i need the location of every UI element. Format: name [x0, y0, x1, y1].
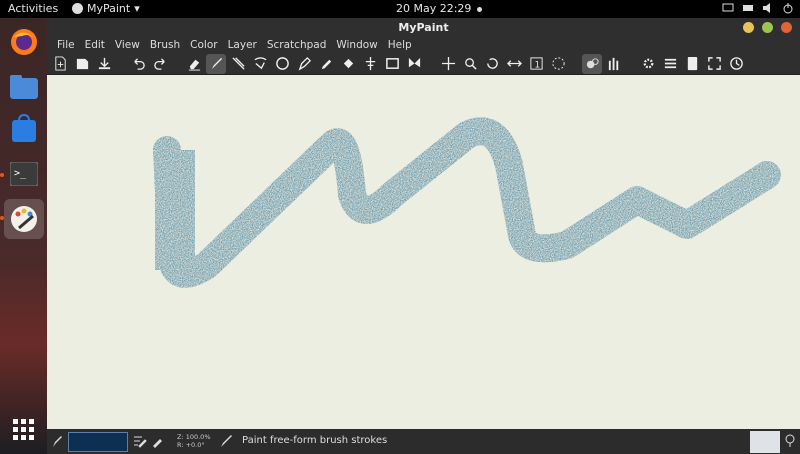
- app-menu-label: MyPaint: [87, 2, 131, 15]
- preview-thumbnail[interactable]: [750, 431, 780, 453]
- software-store-icon[interactable]: [4, 109, 44, 149]
- files-icon[interactable]: [4, 67, 44, 107]
- firefox-icon[interactable]: [4, 22, 44, 62]
- inking-icon[interactable]: [228, 54, 248, 74]
- menu-bar: File Edit View Brush Color Layer Scratch…: [47, 37, 800, 53]
- clock-label: 20 May 22:29: [396, 2, 472, 15]
- brush-status-icon: [219, 434, 233, 451]
- frame-icon[interactable]: [382, 54, 402, 74]
- clock[interactable]: 20 May 22:29: [396, 2, 483, 15]
- scratchpad-icon[interactable]: [682, 54, 702, 74]
- save-icon[interactable]: [94, 54, 114, 74]
- menu-scratchpad[interactable]: Scratchpad: [262, 37, 332, 53]
- brush-stroke: [153, 117, 781, 288]
- menu-edit[interactable]: Edit: [80, 37, 110, 53]
- show-apps-icon[interactable]: [4, 410, 44, 450]
- open-icon[interactable]: [72, 54, 92, 74]
- mirror-icon[interactable]: [504, 54, 524, 74]
- minimize-button[interactable]: [743, 22, 754, 33]
- menu-layer[interactable]: Layer: [223, 37, 262, 53]
- one-to-one-icon[interactable]: 1: [526, 54, 546, 74]
- color-picker-icon[interactable]: [316, 54, 336, 74]
- window-title: MyPaint: [398, 21, 449, 34]
- svg-text:1: 1: [534, 59, 539, 69]
- scratchpad-toggle-icon[interactable]: [784, 434, 796, 451]
- dock: >_: [0, 18, 47, 454]
- menu-icon[interactable]: [660, 54, 680, 74]
- mypaint-dock-icon[interactable]: [4, 199, 44, 239]
- app-menu[interactable]: MyPaint ▾: [72, 2, 140, 15]
- chevron-down-icon: ▾: [134, 2, 140, 15]
- history-icon[interactable]: [726, 54, 746, 74]
- current-color-swatch[interactable]: [68, 432, 128, 452]
- move-icon[interactable]: [438, 54, 458, 74]
- system-tray[interactable]: [722, 2, 794, 14]
- eraser-icon[interactable]: [184, 54, 204, 74]
- menu-view[interactable]: View: [110, 37, 145, 53]
- rotate-icon[interactable]: [482, 54, 502, 74]
- menu-brush[interactable]: Brush: [145, 37, 185, 53]
- menu-help[interactable]: Help: [383, 37, 417, 53]
- fit-icon[interactable]: [548, 54, 568, 74]
- menu-window[interactable]: Window: [331, 37, 382, 53]
- brush-icon[interactable]: [206, 53, 226, 74]
- volume-icon[interactable]: [762, 2, 774, 14]
- undo-icon[interactable]: [128, 54, 148, 74]
- mypaint-small-icon: [72, 3, 83, 14]
- zoom-readout: Z: 100.0%: [177, 433, 211, 441]
- activities-button[interactable]: Activities: [8, 2, 58, 15]
- title-bar[interactable]: MyPaint: [47, 18, 800, 37]
- power-icon[interactable]: [782, 2, 794, 14]
- main-toolbar: 1: [47, 53, 800, 75]
- pen-icon[interactable]: [294, 54, 314, 74]
- rotation-readout: R: +0.0°: [177, 441, 205, 449]
- symmetry-icon[interactable]: [360, 54, 380, 74]
- network-icon[interactable]: [742, 2, 754, 14]
- svg-text:>_: >_: [14, 168, 27, 179]
- notification-dot: [477, 6, 483, 12]
- redo-icon[interactable]: [150, 54, 170, 74]
- settings-icon[interactable]: [638, 54, 658, 74]
- zoom-icon[interactable]: [460, 54, 480, 74]
- system-top-bar: Activities MyPaint ▾ 20 May 22:29: [0, 0, 800, 18]
- menu-color[interactable]: Color: [185, 37, 222, 53]
- status-bar: Z: 100.0% R: +0.0° Paint free-form brush…: [47, 429, 800, 454]
- fullscreen-icon[interactable]: [704, 54, 724, 74]
- edit-settings-icon[interactable]: [151, 434, 165, 451]
- butterfly-icon[interactable]: [404, 54, 424, 74]
- display-icon[interactable]: [722, 2, 734, 14]
- new-icon[interactable]: [50, 54, 70, 74]
- status-message: Paint free-form brush strokes: [242, 435, 388, 446]
- color-picker-small-icon[interactable]: [51, 434, 63, 451]
- fill-icon[interactable]: [338, 54, 358, 74]
- edit-brush-icon[interactable]: [133, 434, 147, 451]
- maximize-button[interactable]: [762, 22, 773, 33]
- ellipse-icon[interactable]: [272, 54, 292, 74]
- lasso-icon[interactable]: [250, 54, 270, 74]
- menu-file[interactable]: File: [52, 37, 80, 53]
- terminal-icon[interactable]: >_: [4, 154, 44, 194]
- zoom-rotation-readout: Z: 100.0% R: +0.0°: [177, 433, 211, 449]
- mypaint-window: MyPaint File Edit View Brush Color Layer…: [47, 18, 800, 454]
- close-button[interactable]: [781, 22, 792, 33]
- brushes-icon[interactable]: [604, 54, 624, 74]
- layers-icon[interactable]: [582, 53, 602, 74]
- drawing-canvas[interactable]: [47, 75, 800, 429]
